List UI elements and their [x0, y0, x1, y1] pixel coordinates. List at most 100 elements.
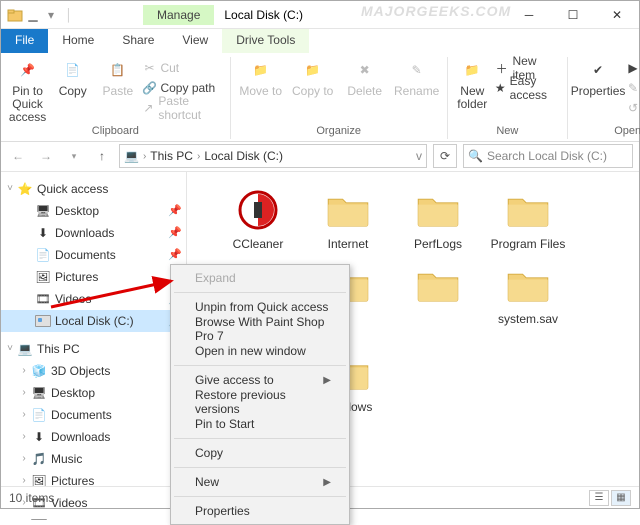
chevron-right-icon[interactable]: › [17, 409, 31, 420]
copy-button[interactable]: 📄Copy [52, 59, 93, 98]
menu-item-pin-to-start[interactable]: Pin to Start [173, 413, 347, 435]
properties-button[interactable]: ✔Properties [574, 59, 622, 98]
open-button[interactable]: ▶Open [626, 59, 640, 77]
properties-icon: ✔ [586, 59, 610, 83]
menu-item-browse-with-paint-shop-pro-7[interactable]: Browse With Paint Shop Pro 7 [173, 318, 347, 340]
chevron-right-icon[interactable]: › [17, 453, 31, 464]
label: Quick access [37, 182, 108, 196]
copyto-icon: 📁 [301, 59, 325, 83]
chevron-down-icon[interactable]: ˅ [3, 183, 17, 194]
tree-item-desktop[interactable]: 🖥Desktop📌 [1, 200, 186, 222]
close-button[interactable]: ✕ [595, 1, 639, 29]
disk-icon [35, 313, 51, 329]
tab-drive-tools[interactable]: Drive Tools [222, 29, 309, 53]
rename-button[interactable]: ✎Rename [393, 59, 441, 98]
file-item[interactable]: PerfLogs [395, 186, 481, 251]
file-item[interactable] [395, 261, 481, 339]
chevron-right-icon[interactable]: › [17, 431, 31, 442]
downloads-icon: ⬇ [31, 429, 47, 445]
tree-item-downloads[interactable]: ⬇Downloads📌 [1, 222, 186, 244]
tab-home[interactable]: Home [48, 29, 108, 53]
label: This PC [37, 342, 80, 356]
easy-icon: ★ [495, 81, 506, 95]
pin-to-quick-access-button[interactable]: 📌Pin to Quick access [7, 59, 48, 125]
file-item[interactable]: Internet [305, 186, 391, 251]
file-item[interactable]: system.sav [485, 261, 571, 339]
chevron-down-icon[interactable]: ˅ [3, 343, 17, 354]
tree-item-downloads[interactable]: ›⬇ Downloads [1, 426, 186, 448]
star-icon: ⭐ [17, 181, 33, 197]
paste-shortcut-button[interactable]: ↗Paste shortcut [142, 99, 223, 117]
menu-separator [174, 496, 346, 497]
new-folder-button[interactable]: 📁New folder [454, 59, 491, 111]
label: Downloads [51, 430, 110, 444]
chevron-right-icon[interactable]: › [143, 151, 146, 162]
pc-icon: 💻 [17, 341, 33, 357]
edit-button[interactable]: ✎Edit [626, 79, 640, 97]
chevron-right-icon[interactable]: › [17, 365, 31, 376]
refresh-button[interactable]: ⟳ [433, 144, 457, 168]
move-to-button[interactable]: 📁Move to [237, 59, 285, 98]
tree-quick-access[interactable]: ˅⭐ Quick access [1, 178, 186, 200]
icons-view-button[interactable]: ▦ [611, 490, 631, 506]
breadcrumb[interactable]: 💻 › This PC › Local Disk (C:) v [119, 144, 427, 168]
easy-access-button[interactable]: ★Easy access [495, 79, 561, 97]
tree-this-pc[interactable]: ˅💻 This PC [1, 338, 186, 360]
label: Give access to [195, 373, 274, 387]
chevron-right-icon[interactable]: › [17, 387, 31, 398]
tree-item-local-disk-c-[interactable]: ›Local Disk (C:) [1, 514, 186, 520]
qat-dropdown-icon[interactable]: ▾ [43, 7, 59, 23]
menu-item-open-in-new-window[interactable]: Open in new window [173, 340, 347, 362]
menu-item-new[interactable]: New▶ [173, 471, 347, 493]
cut-button[interactable]: ✂Cut [142, 59, 223, 77]
history-button[interactable]: ↺History [626, 99, 640, 117]
label: Pin to Start [195, 417, 254, 431]
menu-item-restore-previous-versions[interactable]: Restore previous versions [173, 391, 347, 413]
up-button[interactable]: ↑ [91, 145, 113, 167]
tab-share[interactable]: Share [108, 29, 168, 53]
tree-item-documents[interactable]: ›📄Documents [1, 404, 186, 426]
tree-item-3d-objects[interactable]: ›🧊3D Objects [1, 360, 186, 382]
chevron-right-icon[interactable]: › [17, 519, 31, 520]
address-dropdown-icon[interactable]: v [416, 149, 422, 163]
paste-button[interactable]: 📋Paste [97, 59, 138, 98]
back-button[interactable]: ← [7, 145, 29, 167]
breadcrumb-segment[interactable]: Local Disk (C:) [204, 149, 283, 163]
menu-item-properties[interactable]: Properties [173, 500, 347, 522]
tree-item-local-disk-c-[interactable]: Local Disk (C:)📌 [1, 310, 186, 332]
label: Music [51, 452, 82, 466]
menu-item-copy[interactable]: Copy [173, 442, 347, 464]
breadcrumb-segment[interactable]: This PC [150, 149, 193, 163]
tree-item-music[interactable]: ›🎵Music [1, 448, 186, 470]
delete-button[interactable]: ✖Delete [341, 59, 389, 98]
tree-item-desktop[interactable]: ›🖥Desktop [1, 382, 186, 404]
chevron-right-icon: ▶ [323, 375, 331, 386]
file-name: system.sav [498, 313, 558, 326]
chevron-right-icon[interactable]: › [197, 151, 200, 162]
label: Desktop [55, 204, 99, 218]
chevron-right-icon[interactable]: › [17, 475, 31, 486]
file-item[interactable]: Program Files [485, 186, 571, 251]
label: Expand [195, 271, 236, 285]
navigation-pane[interactable]: ˅⭐Quick access🖥Desktop📌⬇Downloads📌📄Docum… [1, 172, 187, 520]
file-item[interactable]: CCleaner [215, 186, 301, 251]
label: Pictures [55, 270, 98, 284]
forward-button[interactable]: → [35, 145, 57, 167]
tree-item-videos[interactable]: 🎞Videos📌 [1, 288, 186, 310]
tree-item-documents[interactable]: 📄Documents📌 [1, 244, 186, 266]
copy-to-button[interactable]: 📁Copy to [289, 59, 337, 98]
label: Browse With Paint Shop Pro 7 [195, 315, 331, 343]
details-view-button[interactable]: ☰ [589, 490, 609, 506]
properties-qat-icon[interactable]: ▁ [25, 7, 41, 23]
search-input[interactable]: 🔍 Search Local Disk (C:) [463, 144, 633, 168]
tab-file[interactable]: File [1, 29, 48, 53]
shortcut-icon: ↗ [142, 101, 154, 115]
group-label: Clipboard [92, 125, 139, 137]
label: Videos [55, 292, 91, 306]
tab-view[interactable]: View [168, 29, 222, 53]
tree-item-pictures[interactable]: 🖼Pictures📌 [1, 266, 186, 288]
maximize-button[interactable]: ☐ [551, 1, 595, 29]
recent-dropdown-icon[interactable]: ▾ [63, 145, 85, 167]
minimize-button[interactable]: ─ [507, 1, 551, 29]
watermark: MAJORGEEKS.COM [361, 3, 511, 19]
